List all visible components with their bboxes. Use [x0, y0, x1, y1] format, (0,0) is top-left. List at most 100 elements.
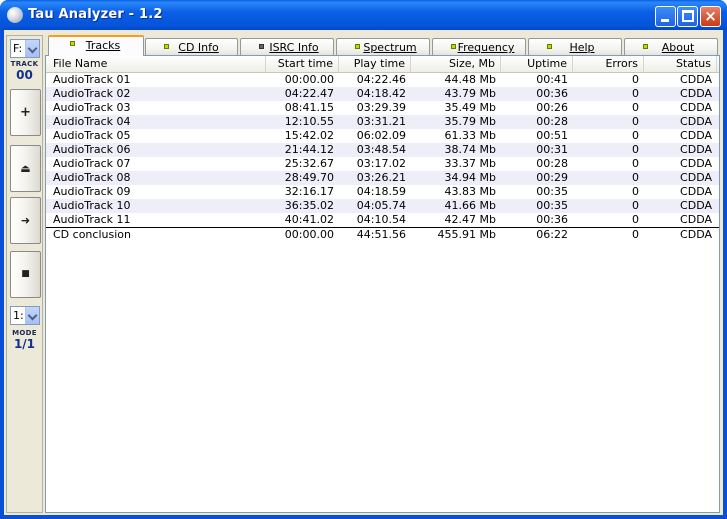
cell-uptime: 00:35	[536, 199, 568, 212]
cell-errors: 0	[632, 115, 639, 128]
cell-start-time: 12:10.55	[284, 115, 334, 128]
cell-status: CDDA	[680, 213, 712, 226]
cell-file-name: AudioTrack 11	[53, 213, 131, 226]
table-row[interactable]: AudioTrack 06 21:44.12 03:48.54 38.74 Mb 00:…	[46, 143, 719, 157]
cell-status: CDDA	[680, 73, 712, 86]
chevron-down-icon[interactable]	[25, 307, 39, 324]
tab-label: ISRC Info	[269, 41, 319, 54]
chevron-down-icon[interactable]	[25, 40, 39, 57]
cell-play-time: 04:05.74	[356, 199, 406, 212]
table-row[interactable]: AudioTrack 04 12:10.55 03:31.21 35.79 Mb 00:…	[46, 115, 719, 129]
cell-uptime: 00:36	[536, 87, 568, 100]
table-row[interactable]: AudioTrack 07 25:32.67 03:17.02 33.37 Mb 00:…	[46, 157, 719, 171]
cell-status: CDDA	[680, 143, 712, 156]
tab-cd-info[interactable]: CD Info	[145, 38, 238, 56]
cell-status: CDDA	[680, 185, 712, 198]
maximize-icon	[682, 10, 694, 22]
cell-play-time: 03:26.21	[356, 171, 406, 184]
tab-tracks[interactable]: Tracks	[48, 35, 144, 56]
mode-select[interactable]: 1:	[10, 306, 40, 325]
minimize-icon	[661, 19, 669, 22]
stop-button[interactable]: ■	[10, 251, 41, 298]
cell-errors: 0	[632, 101, 639, 114]
cell-play-time: 04:18.42	[356, 87, 406, 100]
cell-size: 43.79 Mb	[444, 87, 496, 100]
tracks-table: File Name Start time Play time Size, Mb …	[45, 55, 720, 513]
title-bar[interactable]: Tau Analyzer - 1.2 ×	[0, 0, 727, 30]
table-row[interactable]: AudioTrack 08 28:49.70 03:26.21 34.94 Mb 00:…	[46, 171, 719, 185]
cell-start-time: 28:49.70	[284, 171, 334, 184]
cell-errors: 0	[632, 171, 639, 184]
minimize-button[interactable]	[655, 6, 676, 27]
close-button[interactable]: ×	[700, 6, 721, 27]
cell-status: CDDA	[680, 101, 712, 114]
column-header-start-time[interactable]: Start time	[266, 56, 339, 72]
column-header-size[interactable]: Size, Mb	[411, 56, 501, 72]
tab-frequency[interactable]: Frequency	[432, 38, 526, 56]
cell-errors: 0	[632, 87, 639, 100]
client-area: F: TRACK 00 + ⏏ ➜ ■ 1: MODE 1/1 Tracks C…	[4, 30, 723, 515]
cell-status: CDDA	[680, 115, 712, 128]
column-header-errors[interactable]: Errors	[573, 56, 644, 72]
tab-help[interactable]: Help	[528, 38, 622, 56]
column-header-file-name[interactable]: File Name	[48, 56, 266, 72]
cell-status: CDDA	[680, 171, 712, 184]
app-icon[interactable]	[7, 7, 23, 23]
cell-size: 35.79 Mb	[444, 115, 496, 128]
cell-file-name: AudioTrack 07	[53, 157, 131, 170]
cell-start-time: 36:35.02	[284, 199, 334, 212]
summary-cell-size: 455.91 Mb	[437, 228, 496, 241]
add-button[interactable]: +	[10, 89, 41, 136]
table-row[interactable]: AudioTrack 03 08:41.15 03:29.39 35.49 Mb 00:…	[46, 101, 719, 115]
tab-label: About	[661, 41, 695, 54]
cell-size: 34.94 Mb	[444, 171, 496, 184]
cell-size: 61.33 Mb	[444, 129, 496, 142]
cell-file-name: AudioTrack 01	[53, 73, 131, 86]
column-header-status[interactable]: Status	[644, 56, 717, 72]
cell-status: CDDA	[680, 199, 712, 212]
tab-strip: Tracks CD Info ISRC Info Spectrum Freque…	[45, 35, 720, 56]
left-toolbar: F: TRACK 00 + ⏏ ➜ ■ 1: MODE 1/1	[6, 35, 43, 513]
summary-cell-file-name: CD conclusion	[53, 228, 131, 241]
cell-start-time: 40:41.02	[284, 213, 334, 226]
tab-spectrum[interactable]: Spectrum	[336, 38, 430, 56]
close-icon: ×	[704, 7, 717, 25]
table-row[interactable]: AudioTrack 11 40:41.02 04:10.54 42.47 Mb 00:…	[46, 213, 719, 227]
table-row[interactable]: AudioTrack 01 00:00.00 04:22.46 44.48 Mb 00:…	[46, 73, 719, 87]
table-row[interactable]: AudioTrack 02 04:22.47 04:18.42 43.79 Mb 00:…	[46, 87, 719, 101]
cell-start-time: 04:22.47	[284, 87, 334, 100]
cell-play-time: 04:22.46	[356, 73, 406, 86]
cell-size: 44.48 Mb	[444, 73, 496, 86]
summary-row[interactable]: CD conclusion 00:00.00 44:51.56 455.91 Mb 06…	[46, 227, 719, 241]
track-caption: TRACK	[10, 60, 39, 68]
cell-play-time: 03:17.02	[356, 157, 406, 170]
cell-file-name: AudioTrack 04	[53, 115, 131, 128]
mode-select-value: 1:	[13, 309, 24, 322]
tab-label: Help	[569, 41, 595, 54]
cell-uptime: 00:51	[536, 129, 568, 142]
summary-cell-start-time: 00:00.00	[284, 228, 334, 241]
table-row[interactable]: AudioTrack 10 36:35.02 04:05.74 41.66 Mb 00:…	[46, 199, 719, 213]
tab-label: Tracks	[85, 39, 121, 52]
column-header-uptime[interactable]: Uptime	[501, 56, 573, 72]
next-button[interactable]: ➜	[10, 197, 41, 244]
table-row[interactable]: AudioTrack 09 32:16.17 04:18.59 43.83 Mb 00:…	[46, 185, 719, 199]
column-header-play-time[interactable]: Play time	[339, 56, 411, 72]
tab-label: Frequency	[457, 41, 515, 54]
app-window: Tau Analyzer - 1.2 × F: TRACK 00 + ⏏ ➜ ■…	[0, 0, 727, 519]
tab-isrc-info[interactable]: ISRC Info	[240, 38, 334, 56]
cell-uptime: 00:36	[536, 213, 568, 226]
cell-file-name: AudioTrack 03	[53, 101, 131, 114]
eject-button[interactable]: ⏏	[10, 145, 41, 192]
summary-cell-errors: 0	[632, 228, 639, 241]
cell-uptime: 00:29	[536, 171, 568, 184]
maximize-button[interactable]	[677, 6, 698, 27]
tab-about[interactable]: About	[624, 38, 718, 56]
cell-uptime: 00:26	[536, 101, 568, 114]
drive-select[interactable]: F:	[10, 39, 40, 58]
cell-errors: 0	[632, 157, 639, 170]
plus-icon: +	[20, 105, 31, 120]
table-row[interactable]: AudioTrack 05 15:42.02 06:02.09 61.33 Mb 00:…	[46, 129, 719, 143]
cell-uptime: 00:28	[536, 115, 568, 128]
cell-play-time: 04:18.59	[356, 185, 406, 198]
